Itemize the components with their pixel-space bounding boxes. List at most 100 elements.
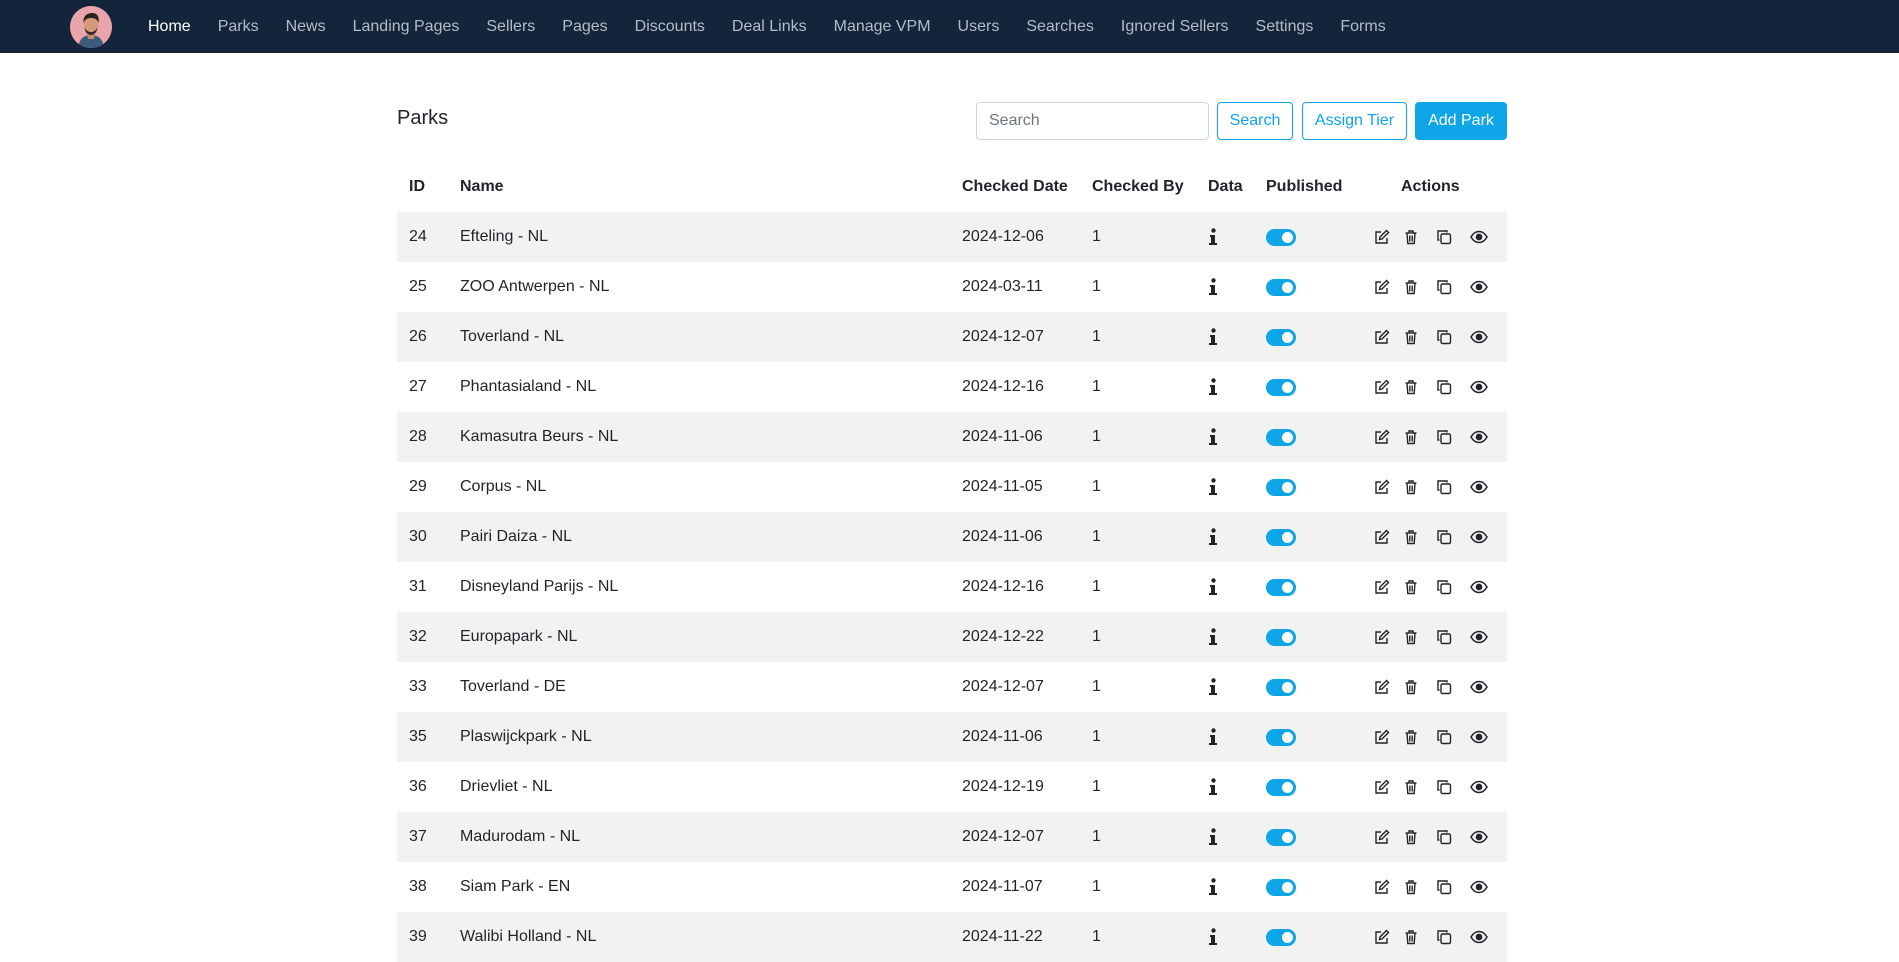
user-avatar[interactable] xyxy=(70,6,112,48)
edit-icon[interactable] xyxy=(1374,479,1390,495)
trash-icon[interactable] xyxy=(1403,429,1419,445)
copy-icon[interactable] xyxy=(1436,429,1452,445)
published-toggle[interactable] xyxy=(1266,729,1296,746)
published-toggle[interactable] xyxy=(1266,779,1296,796)
trash-icon[interactable] xyxy=(1403,779,1419,795)
copy-icon[interactable] xyxy=(1436,679,1452,695)
eye-icon[interactable] xyxy=(1470,379,1488,395)
eye-icon[interactable] xyxy=(1470,279,1488,295)
info-icon[interactable] xyxy=(1208,228,1218,246)
nav-item-discounts[interactable]: Discounts xyxy=(635,0,705,53)
trash-icon[interactable] xyxy=(1403,879,1419,895)
edit-icon[interactable] xyxy=(1374,929,1390,945)
info-icon[interactable] xyxy=(1208,928,1218,946)
edit-icon[interactable] xyxy=(1374,579,1390,595)
edit-icon[interactable] xyxy=(1374,829,1390,845)
trash-icon[interactable] xyxy=(1403,229,1419,245)
info-icon[interactable] xyxy=(1208,278,1218,296)
info-icon[interactable] xyxy=(1208,678,1218,696)
nav-item-deal-links[interactable]: Deal Links xyxy=(732,0,807,53)
nav-item-parks[interactable]: Parks xyxy=(218,0,259,53)
search-input[interactable] xyxy=(976,102,1209,140)
copy-icon[interactable] xyxy=(1436,279,1452,295)
info-icon[interactable] xyxy=(1208,378,1218,396)
assign-tier-button[interactable]: Assign Tier xyxy=(1302,102,1407,140)
eye-icon[interactable] xyxy=(1470,629,1488,645)
eye-icon[interactable] xyxy=(1470,579,1488,595)
eye-icon[interactable] xyxy=(1470,729,1488,745)
published-toggle[interactable] xyxy=(1266,579,1296,596)
eye-icon[interactable] xyxy=(1470,929,1488,945)
published-toggle[interactable] xyxy=(1266,279,1296,296)
eye-icon[interactable] xyxy=(1470,779,1488,795)
published-toggle[interactable] xyxy=(1266,479,1296,496)
published-toggle[interactable] xyxy=(1266,629,1296,646)
info-icon[interactable] xyxy=(1208,478,1218,496)
info-icon[interactable] xyxy=(1208,778,1218,796)
trash-icon[interactable] xyxy=(1403,529,1419,545)
info-icon[interactable] xyxy=(1208,828,1218,846)
nav-item-landing-pages[interactable]: Landing Pages xyxy=(353,0,460,53)
info-icon[interactable] xyxy=(1208,428,1218,446)
edit-icon[interactable] xyxy=(1374,379,1390,395)
eye-icon[interactable] xyxy=(1470,679,1488,695)
trash-icon[interactable] xyxy=(1403,729,1419,745)
nav-item-forms[interactable]: Forms xyxy=(1340,0,1385,53)
edit-icon[interactable] xyxy=(1374,429,1390,445)
eye-icon[interactable] xyxy=(1470,229,1488,245)
edit-icon[interactable] xyxy=(1374,729,1390,745)
info-icon[interactable] xyxy=(1208,578,1218,596)
eye-icon[interactable] xyxy=(1470,329,1488,345)
trash-icon[interactable] xyxy=(1403,829,1419,845)
edit-icon[interactable] xyxy=(1374,879,1390,895)
info-icon[interactable] xyxy=(1208,628,1218,646)
nav-item-ignored-sellers[interactable]: Ignored Sellers xyxy=(1121,0,1229,53)
copy-icon[interactable] xyxy=(1436,379,1452,395)
copy-icon[interactable] xyxy=(1436,629,1452,645)
nav-item-sellers[interactable]: Sellers xyxy=(486,0,535,53)
copy-icon[interactable] xyxy=(1436,729,1452,745)
edit-icon[interactable] xyxy=(1374,279,1390,295)
trash-icon[interactable] xyxy=(1403,479,1419,495)
copy-icon[interactable] xyxy=(1436,229,1452,245)
add-park-button[interactable]: Add Park xyxy=(1415,102,1507,140)
published-toggle[interactable] xyxy=(1266,679,1296,696)
published-toggle[interactable] xyxy=(1266,229,1296,246)
nav-item-users[interactable]: Users xyxy=(958,0,1000,53)
nav-item-home[interactable]: Home xyxy=(148,0,191,53)
eye-icon[interactable] xyxy=(1470,529,1488,545)
info-icon[interactable] xyxy=(1208,878,1218,896)
copy-icon[interactable] xyxy=(1436,329,1452,345)
published-toggle[interactable] xyxy=(1266,429,1296,446)
copy-icon[interactable] xyxy=(1436,529,1452,545)
trash-icon[interactable] xyxy=(1403,629,1419,645)
nav-item-settings[interactable]: Settings xyxy=(1256,0,1314,53)
copy-icon[interactable] xyxy=(1436,779,1452,795)
trash-icon[interactable] xyxy=(1403,929,1419,945)
eye-icon[interactable] xyxy=(1470,829,1488,845)
edit-icon[interactable] xyxy=(1374,679,1390,695)
copy-icon[interactable] xyxy=(1436,929,1452,945)
copy-icon[interactable] xyxy=(1436,879,1452,895)
trash-icon[interactable] xyxy=(1403,679,1419,695)
edit-icon[interactable] xyxy=(1374,229,1390,245)
published-toggle[interactable] xyxy=(1266,529,1296,546)
search-button[interactable]: Search xyxy=(1217,102,1293,140)
eye-icon[interactable] xyxy=(1470,479,1488,495)
published-toggle[interactable] xyxy=(1266,929,1296,946)
edit-icon[interactable] xyxy=(1374,529,1390,545)
nav-item-searches[interactable]: Searches xyxy=(1026,0,1094,53)
eye-icon[interactable] xyxy=(1470,879,1488,895)
trash-icon[interactable] xyxy=(1403,579,1419,595)
copy-icon[interactable] xyxy=(1436,479,1452,495)
published-toggle[interactable] xyxy=(1266,829,1296,846)
copy-icon[interactable] xyxy=(1436,579,1452,595)
edit-icon[interactable] xyxy=(1374,629,1390,645)
published-toggle[interactable] xyxy=(1266,379,1296,396)
trash-icon[interactable] xyxy=(1403,279,1419,295)
info-icon[interactable] xyxy=(1208,328,1218,346)
trash-icon[interactable] xyxy=(1403,379,1419,395)
published-toggle[interactable] xyxy=(1266,329,1296,346)
nav-item-manage-vpm[interactable]: Manage VPM xyxy=(834,0,931,53)
nav-item-news[interactable]: News xyxy=(286,0,326,53)
